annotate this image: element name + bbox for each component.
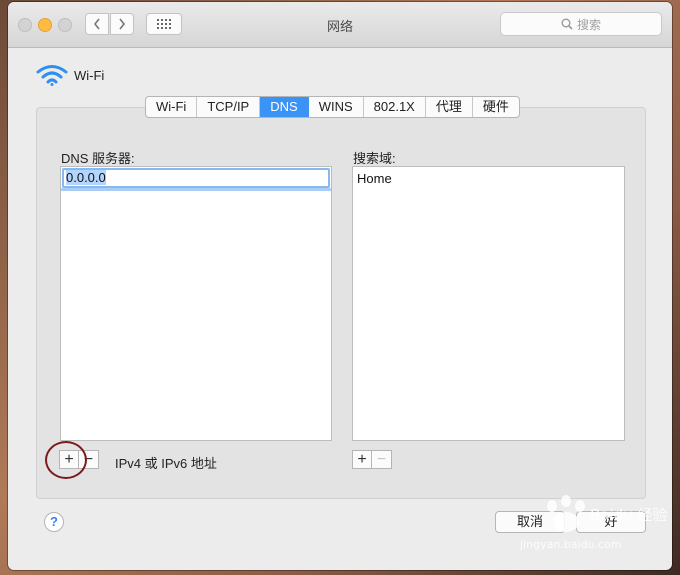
baidu-paw-icon xyxy=(547,495,585,532)
dns-servers-label: DNS 服务器: xyxy=(61,151,135,166)
add-search-domain-button[interactable]: + xyxy=(352,450,372,469)
watermark-brand: Baidu 经验 xyxy=(590,506,668,524)
dns-settings-panel: DNS 服务器: 0.0.0.0 搜索域: Home + − xyxy=(36,107,646,499)
search-domains-list[interactable]: Home xyxy=(352,166,625,441)
search-icon xyxy=(561,18,573,30)
tab-dns[interactable]: DNS xyxy=(260,97,309,117)
tab-8021x[interactable]: 802.1X xyxy=(364,97,426,117)
dns-servers-list[interactable]: 0.0.0.0 xyxy=(60,166,332,441)
search-domains-add-remove: + − xyxy=(352,450,392,469)
search-field[interactable]: 搜索 xyxy=(500,12,662,36)
tab-hardware[interactable]: 硬件 xyxy=(473,97,519,117)
title-bar: 网络 搜索 xyxy=(8,2,672,48)
dns-server-entry[interactable]: 0.0.0.0 xyxy=(62,168,330,188)
tab-wifi[interactable]: Wi-Fi xyxy=(146,97,198,117)
annotation-circle xyxy=(45,441,87,479)
service-name: Wi-Fi xyxy=(74,67,105,83)
search-domain-entry[interactable]: Home xyxy=(357,171,392,186)
tab-bar: Wi-Fi TCP/IP DNS WINS 802.1X 代理 硬件 xyxy=(145,96,520,118)
wifi-icon xyxy=(36,65,68,86)
network-preferences-window: 网络 搜索 Wi-Fi DNS 服务器: 0.0.0.0 搜索域: Home +… xyxy=(8,2,672,570)
search-placeholder: 搜索 xyxy=(576,17,601,32)
service-header: Wi-Fi xyxy=(36,64,104,86)
dns-hint-label: IPv4 或 IPv6 地址 xyxy=(115,456,217,471)
tab-proxy[interactable]: 代理 xyxy=(426,97,473,117)
remove-search-domain-button[interactable]: − xyxy=(372,450,392,469)
help-button[interactable]: ? xyxy=(44,512,64,532)
baidu-watermark: Baidu 经验 jingyan.baidu.com xyxy=(520,492,670,562)
watermark-url: jingyan.baidu.com xyxy=(520,538,622,551)
dns-server-value: 0.0.0.0 xyxy=(66,170,106,185)
tab-wins[interactable]: WINS xyxy=(309,97,364,117)
selection-highlight xyxy=(61,188,331,191)
search-domains-label: 搜索域: xyxy=(353,151,396,166)
tab-tcpip[interactable]: TCP/IP xyxy=(197,97,261,117)
